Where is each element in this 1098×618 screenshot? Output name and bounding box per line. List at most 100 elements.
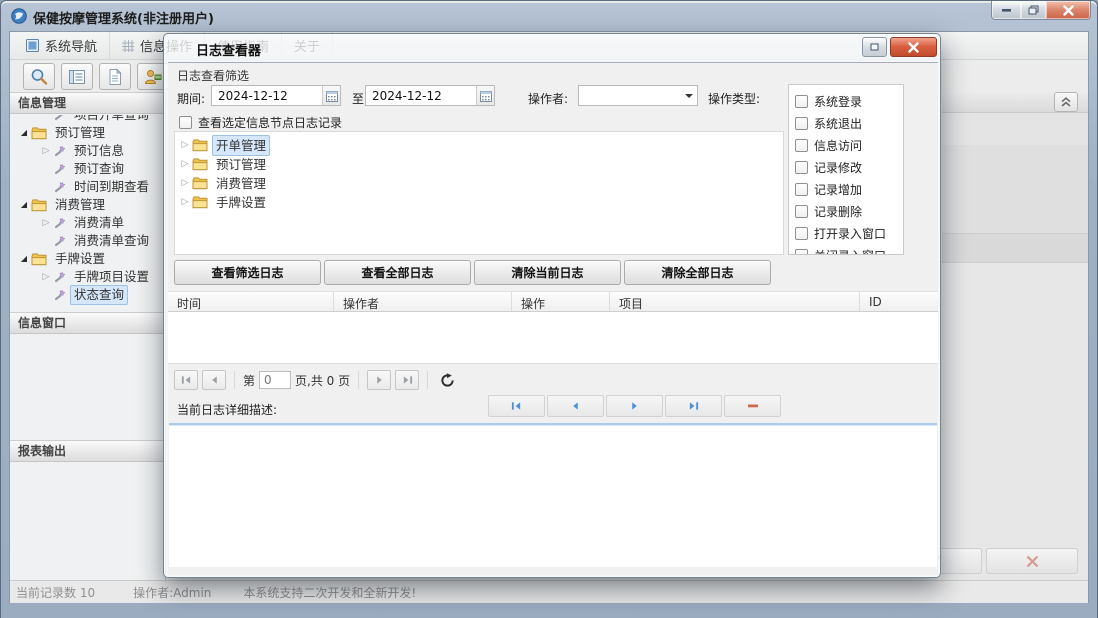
expand-arrow-icon[interactable]: ▷ <box>40 268 52 286</box>
operation-type-option[interactable]: 记录修改 <box>789 156 903 178</box>
operation-type-option[interactable]: 记录增加 <box>789 178 903 200</box>
sidebar-tree-item-reservation-management[interactable]: ◢预订管理 <box>10 124 164 142</box>
operation-type-option[interactable]: 记录删除 <box>789 200 903 222</box>
title-bar[interactable]: 保健按摩管理系统(非注册用户) <box>1 1 1097 31</box>
column-header[interactable]: 项目 <box>610 292 860 311</box>
log-table-body[interactable] <box>168 312 938 364</box>
tree-item-label: 消费管理 <box>212 173 270 194</box>
clear-all-logs-button[interactable]: 清除全部日志 <box>624 260 771 285</box>
restore-button[interactable] <box>1021 1 1047 20</box>
last-page-button[interactable] <box>395 370 419 390</box>
prev-page-button[interactable] <box>202 370 226 390</box>
view-filtered-logs-button[interactable]: 查看筛选日志 <box>174 260 321 285</box>
search-toolbar-button[interactable] <box>23 63 55 90</box>
dialog-tree-item-billing-management[interactable]: ▷开单管理 <box>175 136 783 155</box>
sidebar-tree-item-hand-tag-settings[interactable]: ◢手牌设置 <box>10 250 164 268</box>
expand-arrow-icon[interactable]: ▷ <box>179 155 191 174</box>
collapse-arrow-icon[interactable]: ◢ <box>18 196 30 214</box>
checkbox-icon[interactable] <box>795 95 808 108</box>
report-toolbar-button[interactable] <box>61 63 93 90</box>
operator-combobox[interactable] <box>578 85 698 106</box>
filter-group-label: 日志查看筛选 <box>177 67 249 84</box>
folder-icon <box>31 127 47 140</box>
expand-arrow-icon[interactable]: ▷ <box>179 136 191 155</box>
sidebar-tree-item-time-expiry-view[interactable]: 时间到期查看 <box>10 178 164 196</box>
node-filter-checkbox-row[interactable]: 查看选定信息节点日志记录 <box>179 114 342 131</box>
expand-arrow-icon[interactable]: ▷ <box>40 214 52 232</box>
checkbox-icon[interactable] <box>795 139 808 152</box>
checkbox-icon[interactable] <box>795 183 808 196</box>
minimize-button[interactable] <box>991 1 1022 20</box>
operation-type-option[interactable]: 系统登录 <box>789 90 903 112</box>
sidebar-tree-item-consumption-list[interactable]: ▷消费清单 <box>10 214 164 232</box>
operation-type-option[interactable]: 系统退出 <box>789 112 903 134</box>
dialog-tree-item-hand-tag-settings[interactable]: ▷手牌设置 <box>175 193 783 212</box>
operation-type-option[interactable]: 关闭录入窗口 <box>789 244 903 255</box>
date-to-field[interactable] <box>365 85 495 106</box>
collapse-arrow-icon[interactable]: ◢ <box>18 250 30 268</box>
calendar-button[interactable] <box>322 86 340 105</box>
sidebar-section-info-window[interactable]: 信息窗口 <box>10 312 165 334</box>
sidebar-tree-item-consumption-management[interactable]: ◢消费管理 <box>10 196 164 214</box>
collapse-panel-button[interactable] <box>1054 92 1078 112</box>
checkbox-icon[interactable] <box>795 227 808 240</box>
report-icon <box>67 67 87 87</box>
checkbox-icon[interactable] <box>179 116 192 129</box>
column-header[interactable]: 操作 <box>512 292 610 311</box>
expand-arrow-icon[interactable]: ▷ <box>179 193 191 212</box>
record-next-button[interactable] <box>606 395 663 417</box>
operation-type-option[interactable]: 打开录入窗口 <box>789 222 903 244</box>
column-header[interactable]: ID <box>860 292 938 311</box>
close-button[interactable] <box>1046 1 1091 20</box>
column-header[interactable]: 时间 <box>168 292 334 311</box>
record-prev-button[interactable] <box>547 395 604 417</box>
date-to-input[interactable] <box>366 89 476 103</box>
calendar-icon <box>480 90 492 102</box>
refresh-button[interactable] <box>436 370 458 390</box>
checkbox-icon[interactable] <box>795 249 808 256</box>
dialog-tree-item-reservation-management[interactable]: ▷ 预订管理 <box>175 155 783 174</box>
sidebar-section-info-management[interactable]: 信息管理 <box>10 92 165 114</box>
wand-icon <box>53 163 66 176</box>
sidebar-tree-item-reservation-info[interactable]: ▷预订信息 <box>10 142 164 160</box>
tree-item-label: 预订管理 <box>212 154 270 175</box>
date-from-input[interactable] <box>212 89 322 103</box>
chevrons-up-icon <box>1060 97 1072 107</box>
expand-arrow-icon[interactable]: ▷ <box>40 142 52 160</box>
dropdown-arrow-icon[interactable] <box>681 94 697 98</box>
record-delete-button[interactable] <box>724 395 781 417</box>
document-toolbar-button[interactable] <box>99 63 131 90</box>
date-from-field[interactable] <box>211 85 341 106</box>
record-first-button[interactable] <box>488 395 545 417</box>
page-number-input[interactable] <box>259 371 291 389</box>
dialog-restore-button[interactable] <box>862 37 887 57</box>
checkbox-icon[interactable] <box>795 205 808 218</box>
status-record-count: 当前记录数 10 <box>16 584 95 601</box>
node-filter-label: 查看选定信息节点日志记录 <box>198 114 342 131</box>
sidebar-tree-item-reservation-query[interactable]: 预订查询 <box>10 160 164 178</box>
dialog-tree-item-consumption-management[interactable]: ▷ 消费管理 <box>175 174 783 193</box>
status-note: 本系统支持二次开发和全新开发! <box>243 584 416 601</box>
record-last-button[interactable] <box>665 395 722 417</box>
view-all-logs-button[interactable]: 查看全部日志 <box>324 260 471 285</box>
checkbox-icon[interactable] <box>795 161 808 174</box>
tab-system-navigation[interactable]: 系统导航 <box>14 32 110 59</box>
sidebar-tree-item-hand-tag-item-settings[interactable]: ▷手牌项目设置 <box>10 268 164 286</box>
calendar-button[interactable] <box>476 86 494 105</box>
sidebar-section-report-output[interactable]: 报表输出 <box>10 440 165 462</box>
sidebar-tree-item-consumption-list-query[interactable]: 消费清单查询 <box>10 232 164 250</box>
log-detail-area[interactable] <box>169 423 937 567</box>
sidebar-tree-item-status-query[interactable]: 状态查询 <box>10 286 164 304</box>
record-prev-icon <box>571 401 580 411</box>
column-header[interactable]: 操作者 <box>334 292 512 311</box>
collapse-arrow-icon[interactable]: ◢ <box>18 124 30 142</box>
wand-icon <box>53 271 66 284</box>
checkbox-icon[interactable] <box>795 117 808 130</box>
clear-current-log-button[interactable]: 清除当前日志 <box>474 260 621 285</box>
next-page-button[interactable] <box>367 370 391 390</box>
expand-arrow-icon[interactable]: ▷ <box>179 174 191 193</box>
operation-type-option[interactable]: 信息访问 <box>789 134 903 156</box>
dialog-close-button[interactable] <box>890 37 937 57</box>
cancel-button[interactable] <box>986 548 1078 574</box>
first-page-button[interactable] <box>174 370 198 390</box>
